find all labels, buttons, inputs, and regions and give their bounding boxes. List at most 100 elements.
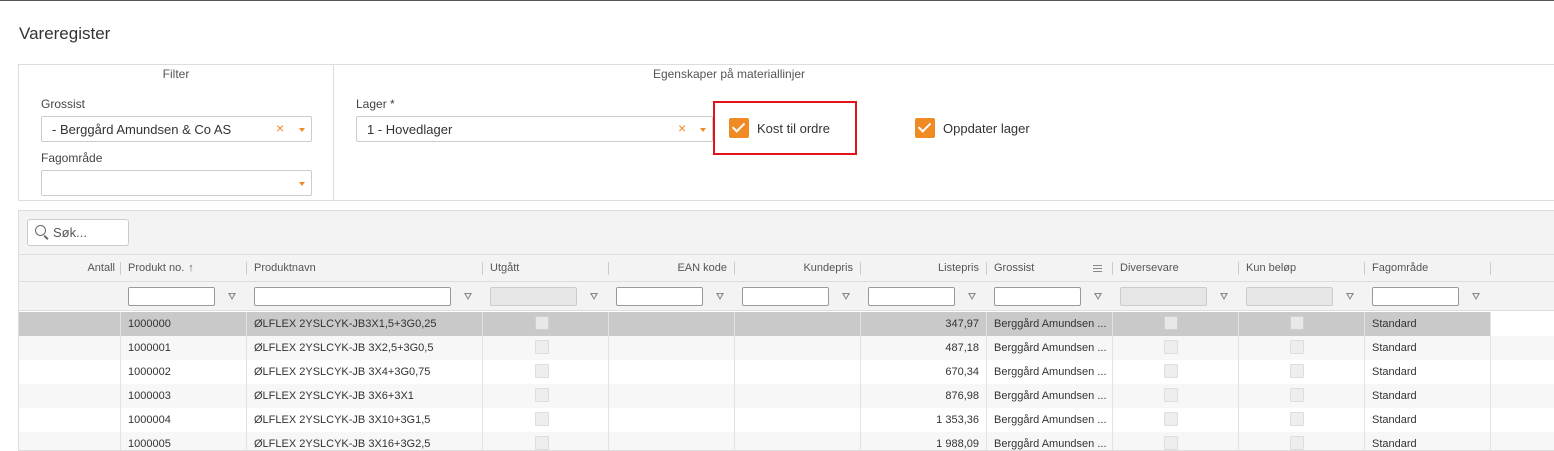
cell-produkt-no: 1000000 (128, 318, 171, 330)
cell-separator (734, 384, 735, 408)
oppdater-lager-label[interactable]: Oppdater lager (943, 121, 1030, 136)
chevron-down-icon[interactable] (299, 182, 305, 186)
cell-grossist: Berggård Amundsen ... (994, 342, 1107, 354)
cell-separator (860, 432, 861, 450)
lager-value: 1 - Hovedlager (367, 122, 453, 137)
filter-input-grossist[interactable] (994, 287, 1081, 306)
row-checkbox (535, 388, 549, 402)
row-checkbox (1290, 412, 1304, 426)
sort-asc-icon: ↑ (188, 262, 194, 274)
col-header-kun-belop[interactable]: Kun beløp (1238, 255, 1364, 282)
cell-separator (246, 384, 247, 408)
cell-separator (860, 312, 861, 336)
grossist-value: - Berggård Amundsen & Co AS (52, 122, 232, 137)
grossist-combobox[interactable]: - Berggård Amundsen & Co AS × (41, 116, 312, 142)
filter-input-kundepris[interactable] (742, 287, 829, 306)
col-header-produkt-no[interactable]: Produkt no. ↑ (120, 255, 246, 282)
col-header-produktnavn[interactable]: Produktnavn (246, 255, 482, 282)
cell-separator (734, 360, 735, 384)
filter-icon[interactable] (464, 293, 472, 300)
col-header-utgatt[interactable]: Utgått (482, 255, 608, 282)
table-row[interactable]: 1000000 ØLFLEX 2YSLCYK-JB3X1,5+3G0,25 347,… (19, 312, 1491, 336)
cell-separator (246, 312, 247, 336)
cell-separator (1490, 336, 1491, 360)
filter-icon[interactable] (842, 293, 850, 300)
cell-produkt-no: 1000002 (128, 366, 171, 378)
cell-produktnavn: ØLFLEX 2YSLCYK-JB 3X16+3G2,5 (254, 438, 431, 450)
cell-separator (608, 432, 609, 450)
cell-separator (1238, 312, 1239, 336)
row-checkbox (535, 364, 549, 378)
row-checkbox (1290, 388, 1304, 402)
row-checkbox (1164, 412, 1178, 426)
filter-icon[interactable] (1472, 293, 1480, 300)
filter-icon[interactable] (1220, 293, 1228, 300)
filter-row (19, 282, 1554, 311)
filter-input-fagomrade[interactable] (1372, 287, 1459, 306)
cell-separator (120, 384, 121, 408)
cell-separator (986, 360, 987, 384)
chevron-down-icon[interactable] (299, 128, 305, 132)
filter-icon[interactable] (1346, 293, 1354, 300)
fagomrade-label: Fagområde (41, 151, 103, 165)
cell-listepris: 876,98 (945, 390, 979, 402)
cell-produktnavn: ØLFLEX 2YSLCYK-JB 3X6+3X1 (254, 390, 414, 402)
filter-input-produktnavn[interactable] (254, 287, 451, 306)
cell-listepris: 1 353,36 (936, 414, 979, 426)
table-row[interactable]: 1000002 ØLFLEX 2YSLCYK-JB 3X4+3G0,75 670,3… (19, 360, 1554, 384)
clear-icon[interactable]: × (678, 120, 686, 136)
col-header-grossist[interactable]: Grossist (986, 255, 1112, 282)
column-menu-icon[interactable] (1093, 265, 1102, 272)
cell-separator (1112, 408, 1113, 432)
cell-separator (986, 432, 987, 450)
row-checkbox (1164, 316, 1178, 330)
filter-input-produkt-no[interactable] (128, 287, 215, 306)
filter-icon[interactable] (228, 293, 236, 300)
chevron-down-icon[interactable] (700, 128, 706, 132)
filter-icon[interactable] (1094, 293, 1102, 300)
search-input[interactable]: Søk... (27, 219, 129, 246)
table-row[interactable]: 1000005 ØLFLEX 2YSLCYK-JB 3X16+3G2,5 1 988… (19, 432, 1554, 450)
filter-icon[interactable] (716, 293, 724, 300)
lager-combobox[interactable]: 1 - Hovedlager × (356, 116, 713, 142)
col-header-listepris[interactable]: Listepris (860, 255, 986, 282)
row-checkbox (1290, 340, 1304, 354)
filter-input-ean-kode[interactable] (616, 287, 703, 306)
cell-separator (734, 432, 735, 450)
table-row[interactable]: 1000001 ØLFLEX 2YSLCYK-JB 3X2,5+3G0,5 487,… (19, 336, 1554, 360)
filter-input-utgatt (490, 287, 577, 306)
col-header-antall[interactable]: Antall (19, 255, 115, 282)
cell-separator (1238, 336, 1239, 360)
cell-produktnavn: ØLFLEX 2YSLCYK-JB 3X4+3G0,75 (254, 366, 431, 378)
page-title: Vareregister (19, 24, 111, 43)
cell-separator (1112, 312, 1113, 336)
fagomrade-combobox[interactable] (41, 170, 312, 196)
cell-produkt-no: 1000001 (128, 342, 171, 354)
table-row[interactable]: 1000003 ØLFLEX 2YSLCYK-JB 3X6+3X1 876,98 Be… (19, 384, 1554, 408)
cell-separator (1238, 432, 1239, 450)
table-row[interactable]: 1000004 ØLFLEX 2YSLCYK-JB 3X10+3G1,5 1 353… (19, 408, 1554, 432)
cell-grossist: Berggård Amundsen ... (994, 390, 1107, 402)
col-header-diversevare[interactable]: Diversevare (1112, 255, 1238, 282)
cell-fagomrade: Standard (1372, 414, 1417, 426)
cell-separator (1112, 336, 1113, 360)
filter-icon[interactable] (968, 293, 976, 300)
clear-icon[interactable]: × (276, 120, 284, 136)
col-header-kundepris[interactable]: Kundepris (734, 255, 860, 282)
col-header-ean-kode[interactable]: EAN kode (608, 255, 734, 282)
filter-input-listepris[interactable] (868, 287, 955, 306)
cell-separator (1364, 312, 1365, 336)
search-placeholder: Søk... (53, 225, 87, 240)
filter-icon[interactable] (590, 293, 598, 300)
cell-separator (734, 408, 735, 432)
cell-fagomrade: Standard (1372, 342, 1417, 354)
cell-separator (482, 360, 483, 384)
cell-separator (246, 336, 247, 360)
grossist-label: Grossist (41, 97, 86, 111)
cell-fagomrade: Standard (1372, 390, 1417, 402)
row-checkbox (1290, 436, 1304, 450)
cell-separator (608, 336, 609, 360)
cell-grossist: Berggård Amundsen ... (994, 438, 1107, 450)
oppdater-lager-checkbox[interactable] (915, 118, 935, 138)
col-header-fagomrade[interactable]: Fagområde (1364, 255, 1490, 282)
